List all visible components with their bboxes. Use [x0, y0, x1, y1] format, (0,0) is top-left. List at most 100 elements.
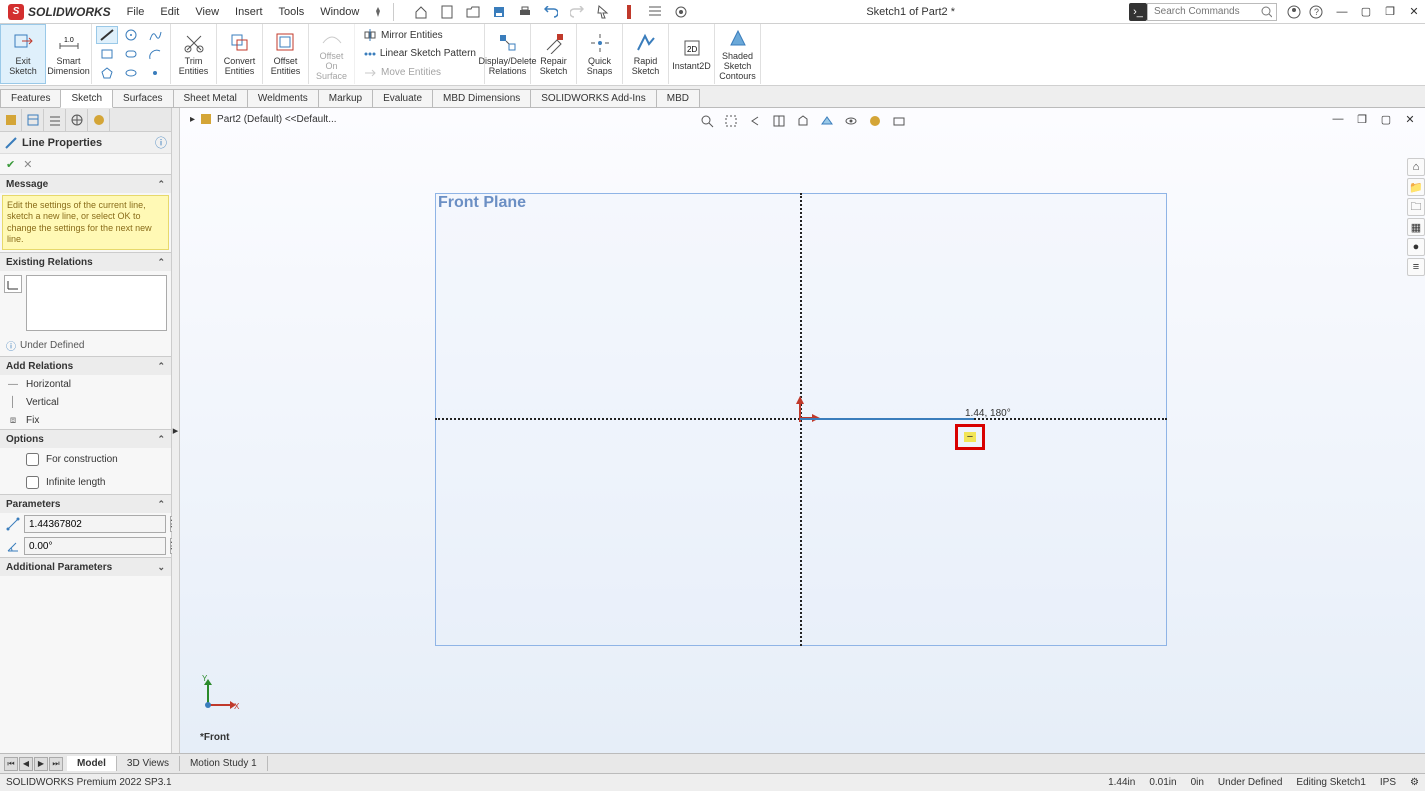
- collapse-params-icon[interactable]: ⌃: [157, 499, 165, 510]
- graphics-area[interactable]: ▸ Part2 (Default) <<Default... — ❐ ▢ ✕ ⌂…: [180, 108, 1425, 753]
- exit-sketch-button[interactable]: Exit Sketch: [0, 24, 46, 84]
- for-construction-checkbox[interactable]: [26, 453, 39, 466]
- add-vertical-button[interactable]: │Vertical: [0, 393, 171, 411]
- menu-item-view[interactable]: View: [187, 2, 227, 22]
- cancel-button[interactable]: ✕: [23, 158, 32, 171]
- menu-item-insert[interactable]: Insert: [227, 2, 271, 22]
- repair-sketch-button[interactable]: Repair Sketch: [531, 24, 577, 84]
- zoom-area-icon[interactable]: [720, 110, 742, 132]
- tab-sketch[interactable]: Sketch: [60, 89, 113, 108]
- menu-item-file[interactable]: File: [119, 2, 153, 22]
- polygon-tool-icon[interactable]: [96, 64, 118, 82]
- previous-view-icon[interactable]: [744, 110, 766, 132]
- task-pane-view-palette-icon[interactable]: ▦: [1407, 218, 1425, 236]
- breadcrumb[interactable]: ▸ Part2 (Default) <<Default...: [190, 112, 337, 126]
- save-icon[interactable]: [488, 1, 510, 23]
- ok-button[interactable]: ✔: [6, 158, 15, 171]
- task-pane-custom-props-icon[interactable]: ≡: [1407, 258, 1425, 276]
- menu-item-window[interactable]: Window: [312, 2, 367, 22]
- smart-dimension-button[interactable]: 1.0 Smart Dimension: [46, 24, 92, 84]
- search-input[interactable]: [1152, 5, 1261, 18]
- shaded-contours-button[interactable]: Shaded Sketch Contours: [715, 24, 761, 84]
- tab-mbd-dimensions[interactable]: MBD Dimensions: [432, 89, 531, 107]
- length-input[interactable]: [24, 515, 166, 533]
- add-fix-button[interactable]: ⧈Fix: [0, 411, 171, 429]
- apply-scene-icon[interactable]: [888, 110, 910, 132]
- line-tool-icon[interactable]: [96, 26, 118, 44]
- dimxpert-tab-icon[interactable]: [66, 109, 88, 131]
- play-icon[interactable]: ▶: [34, 757, 48, 771]
- angle-input[interactable]: [24, 537, 166, 555]
- collapse-add-icon[interactable]: ⌃: [157, 361, 165, 372]
- options-list-icon[interactable]: [644, 1, 666, 23]
- search-commands-input[interactable]: [1147, 3, 1277, 21]
- status-gear-icon[interactable]: ⚙: [1410, 777, 1419, 788]
- open-icon[interactable]: [462, 1, 484, 23]
- print-icon[interactable]: [514, 1, 536, 23]
- horizontal-relation-marker[interactable]: −: [955, 424, 985, 450]
- expand-additional-icon[interactable]: ⌄: [157, 562, 165, 573]
- convert-entities-button[interactable]: Convert Entities: [217, 24, 263, 84]
- pin-icon[interactable]: [367, 1, 389, 23]
- display-style-icon[interactable]: [816, 110, 838, 132]
- appearance-tab-icon[interactable]: [88, 109, 110, 131]
- select-icon[interactable]: [592, 1, 614, 23]
- menu-item-tools[interactable]: Tools: [271, 2, 313, 22]
- status-units[interactable]: IPS: [1380, 777, 1396, 788]
- trim-entities-button[interactable]: Trim Entities: [171, 24, 217, 84]
- settings-icon[interactable]: [670, 1, 692, 23]
- sidebar-splitter[interactable]: ▸: [172, 108, 180, 753]
- new-icon[interactable]: [436, 1, 458, 23]
- display-relations-button[interactable]: Display/Delete Relations: [485, 24, 531, 84]
- task-pane-appearances-icon[interactable]: ●: [1407, 238, 1425, 256]
- edit-appearance-icon[interactable]: [864, 110, 886, 132]
- help-icon[interactable]: ?: [1305, 1, 1327, 23]
- instant2d-button[interactable]: 2D Instant2D: [669, 24, 715, 84]
- panel-help-icon[interactable]: ⓘ: [155, 134, 167, 151]
- search-prefix-icon[interactable]: ›_: [1129, 3, 1147, 21]
- expand-tree-icon[interactable]: ▸: [190, 114, 195, 125]
- bottom-tab-motion-study-1[interactable]: Motion Study 1: [180, 756, 268, 771]
- doc-restore-icon[interactable]: ❐: [1351, 108, 1373, 130]
- feature-tree-tab-icon[interactable]: [0, 109, 22, 131]
- point-tool-icon[interactable]: [144, 64, 166, 82]
- user-icon[interactable]: [1283, 1, 1305, 23]
- bottom-tab-model[interactable]: Model: [67, 756, 117, 771]
- bottom-tab-3d-views[interactable]: 3D Views: [117, 756, 180, 771]
- rectangle-tool-icon[interactable]: [96, 45, 118, 63]
- doc-close-icon[interactable]: ✕: [1399, 108, 1421, 130]
- maximize-icon[interactable]: ▢: [1355, 1, 1377, 23]
- rapid-sketch-button[interactable]: Rapid Sketch: [623, 24, 669, 84]
- add-horizontal-button[interactable]: —Horizontal: [0, 375, 171, 393]
- collapse-existing-icon[interactable]: ⌃: [157, 257, 165, 268]
- slot-tool-icon[interactable]: [120, 45, 142, 63]
- section-view-icon[interactable]: [768, 110, 790, 132]
- tab-mbd[interactable]: MBD: [656, 89, 700, 107]
- restore-icon[interactable]: ❐: [1379, 1, 1401, 23]
- hide-show-icon[interactable]: [840, 110, 862, 132]
- undo-icon[interactable]: [540, 1, 562, 23]
- tab-sheet-metal[interactable]: Sheet Metal: [173, 89, 248, 107]
- existing-relations-list[interactable]: [26, 275, 167, 331]
- collapse-options-icon[interactable]: ⌃: [157, 434, 165, 445]
- tab-features[interactable]: Features: [0, 89, 61, 107]
- task-pane-resources-icon[interactable]: ⌂: [1407, 158, 1425, 176]
- minimize-icon[interactable]: —: [1331, 1, 1353, 23]
- tab-surfaces[interactable]: Surfaces: [112, 89, 173, 107]
- spline-tool-icon[interactable]: [144, 26, 166, 44]
- mirror-entities-button[interactable]: Mirror Entities: [359, 27, 480, 43]
- step-fwd-icon[interactable]: ⏭: [49, 757, 63, 771]
- menu-item-edit[interactable]: Edit: [152, 2, 187, 22]
- config-tab-icon[interactable]: [44, 109, 66, 131]
- arc-tool-icon[interactable]: [144, 45, 166, 63]
- quick-snaps-button[interactable]: Quick Snaps: [577, 24, 623, 84]
- collapse-message-icon[interactable]: ⌃: [157, 179, 165, 190]
- doc-maximize-icon[interactable]: ▢: [1375, 108, 1397, 130]
- tab-weldments[interactable]: Weldments: [247, 89, 319, 107]
- tab-markup[interactable]: Markup: [318, 89, 373, 107]
- step-back-icon[interactable]: ◀: [19, 757, 33, 771]
- rebuild-icon[interactable]: [618, 1, 640, 23]
- infinite-length-checkbox[interactable]: [26, 476, 39, 489]
- property-manager-tab-icon[interactable]: [22, 109, 44, 131]
- tab-solidworks-add-ins[interactable]: SOLIDWORKS Add-Ins: [530, 89, 656, 107]
